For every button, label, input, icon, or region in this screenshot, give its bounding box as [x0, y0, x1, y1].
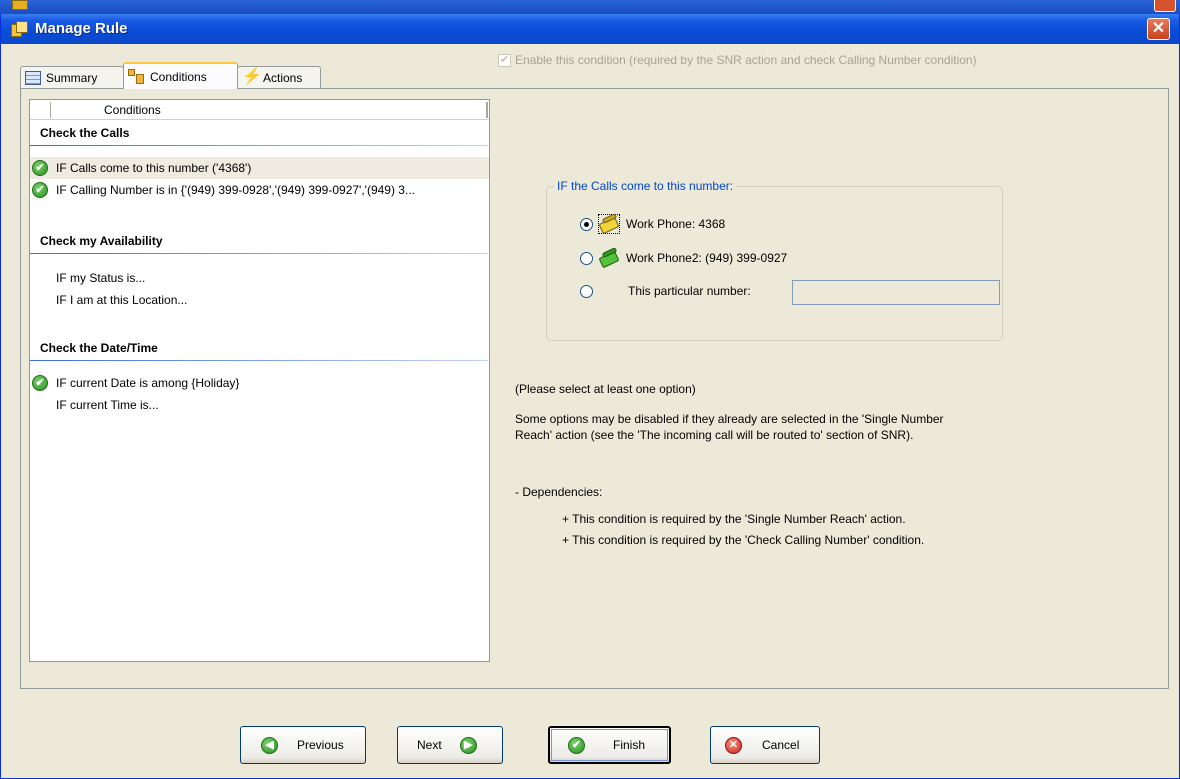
summary-table-icon — [25, 70, 41, 85]
lightning-icon: ⚡ — [242, 67, 262, 85]
column-separator-right — [486, 102, 488, 118]
dependency-item: + This condition is required by the 'Che… — [562, 533, 925, 547]
group-check-calls: Check the Calls — [30, 126, 488, 146]
check-glyph: ✔ — [32, 181, 48, 198]
calls-number-group-legend: IF the Calls come to this number: — [554, 179, 737, 193]
next-button[interactable]: Next ▶ — [397, 726, 503, 764]
particular-number-input[interactable] — [792, 280, 1000, 305]
list-item[interactable]: ✔ IF current Date is among {Holiday} — [30, 372, 489, 394]
group-title: Check my Availability — [40, 234, 163, 248]
condition-set-check-icon: ✔ — [32, 374, 49, 392]
condition-set-check-icon: ✔ — [32, 181, 49, 199]
note-disabled-line2: Reach' action (see the 'The incoming cal… — [515, 428, 914, 442]
list-item-label: IF Calls come to this number ('4368') — [56, 161, 252, 175]
dependency-item: + This condition is required by the 'Sin… — [562, 512, 906, 526]
option-work-phone[interactable]: Work Phone: 4368 — [580, 213, 726, 235]
list-item-label: IF current Time is... — [56, 398, 159, 412]
option-particular-number[interactable]: This particular number: — [580, 284, 751, 298]
finish-button[interactable]: ✔ Finish — [548, 726, 671, 764]
list-item-label: IF my Status is... — [56, 271, 146, 285]
window-title: Manage Rule — [35, 20, 128, 37]
list-item[interactable]: ✔ IF Calling Number is in {'(949) 399-09… — [30, 179, 489, 201]
tab-actions[interactable]: ⚡ Actions — [237, 66, 321, 88]
enable-condition-label: Enable this condition (required by the S… — [515, 53, 977, 67]
arrow-right-icon: ▶ — [459, 736, 477, 754]
option-particular-number-label: This particular number: — [628, 284, 751, 298]
list-item[interactable]: IF my Status is... — [30, 267, 489, 289]
rule-folder-icon — [11, 21, 28, 37]
list-item[interactable]: IF I am at this Location... — [30, 289, 489, 311]
enable-condition-checkbox[interactable]: ✔ Enable this condition (required by the… — [498, 53, 977, 67]
tab-conditions-label: Conditions — [150, 69, 207, 84]
tab-actions-label: Actions — [263, 70, 303, 85]
radio-particular-number[interactable] — [580, 284, 593, 298]
group-title: Check the Date/Time — [40, 341, 158, 355]
note-select-option: (Please select at least one option) — [515, 382, 696, 396]
group-divider — [30, 253, 488, 254]
note-disabled-line1: Some options may be disabled if they alr… — [515, 412, 944, 426]
title-bar[interactable]: Manage Rule ✕ — [1, 14, 1179, 44]
previous-button[interactable]: ◀ Previous — [240, 726, 366, 764]
yellow-phone-icon — [598, 213, 620, 235]
previous-button-label: Previous — [297, 738, 344, 752]
conditions-column-header[interactable]: Conditions — [30, 100, 489, 120]
dependencies-title: - Dependencies: — [515, 485, 603, 499]
list-item-label: IF I am at this Location... — [56, 293, 188, 307]
group-check-availability: Check my Availability — [30, 234, 488, 254]
checkbox-check-icon: ✔ — [498, 53, 511, 67]
close-button[interactable]: ✕ — [1147, 18, 1170, 40]
column-header-label: Conditions — [104, 103, 161, 117]
list-item-label: IF current Date is among {Holiday} — [56, 376, 240, 390]
condition-set-check-icon: ✔ — [32, 159, 49, 177]
option-work-phone2[interactable]: Work Phone2: (949) 399-0927 — [580, 247, 788, 269]
radio-work-phone[interactable] — [580, 217, 593, 231]
background-window-close-icon — [1154, 0, 1176, 12]
group-check-date-time: Check the Date/Time — [30, 341, 488, 361]
list-item[interactable]: IF current Time is... — [30, 394, 489, 416]
tab-summary-label: Summary — [46, 70, 98, 85]
conditions-grid-icon — [128, 68, 145, 85]
group-divider — [30, 360, 488, 361]
finish-button-label: Finish — [613, 738, 646, 752]
list-item[interactable]: ✔ IF Calls come to this number ('4368') — [30, 157, 489, 179]
next-button-label: Next — [417, 738, 442, 752]
cancel-button-label: Cancel — [762, 738, 800, 752]
group-divider — [30, 145, 488, 146]
arrow-left-icon: ◀ — [261, 736, 278, 754]
background-window-titlebar — [0, 0, 1180, 14]
cancel-button[interactable]: ✕ Cancel — [710, 726, 820, 764]
finish-check-icon: ✔ — [568, 736, 585, 754]
green-phone-icon — [598, 247, 620, 269]
conditions-list[interactable]: Conditions Check the Calls ✔ IF Calls co… — [29, 99, 490, 662]
radio-work-phone2[interactable] — [580, 251, 593, 265]
check-glyph: ✔ — [32, 374, 48, 391]
option-work-phone2-label: Work Phone2: (949) 399-0927 — [626, 251, 788, 265]
option-work-phone-label: Work Phone: 4368 — [626, 217, 726, 231]
cancel-x-icon: ✕ — [725, 736, 742, 754]
background-window-icon — [12, 0, 28, 10]
check-glyph: ✔ — [32, 159, 48, 176]
list-item-label: IF Calling Number is in {'(949) 399-0928… — [56, 183, 415, 197]
column-separator-left — [50, 102, 51, 118]
tab-summary[interactable]: Summary — [20, 66, 124, 88]
group-title: Check the Calls — [40, 126, 130, 140]
tab-conditions[interactable]: Conditions — [123, 62, 238, 89]
